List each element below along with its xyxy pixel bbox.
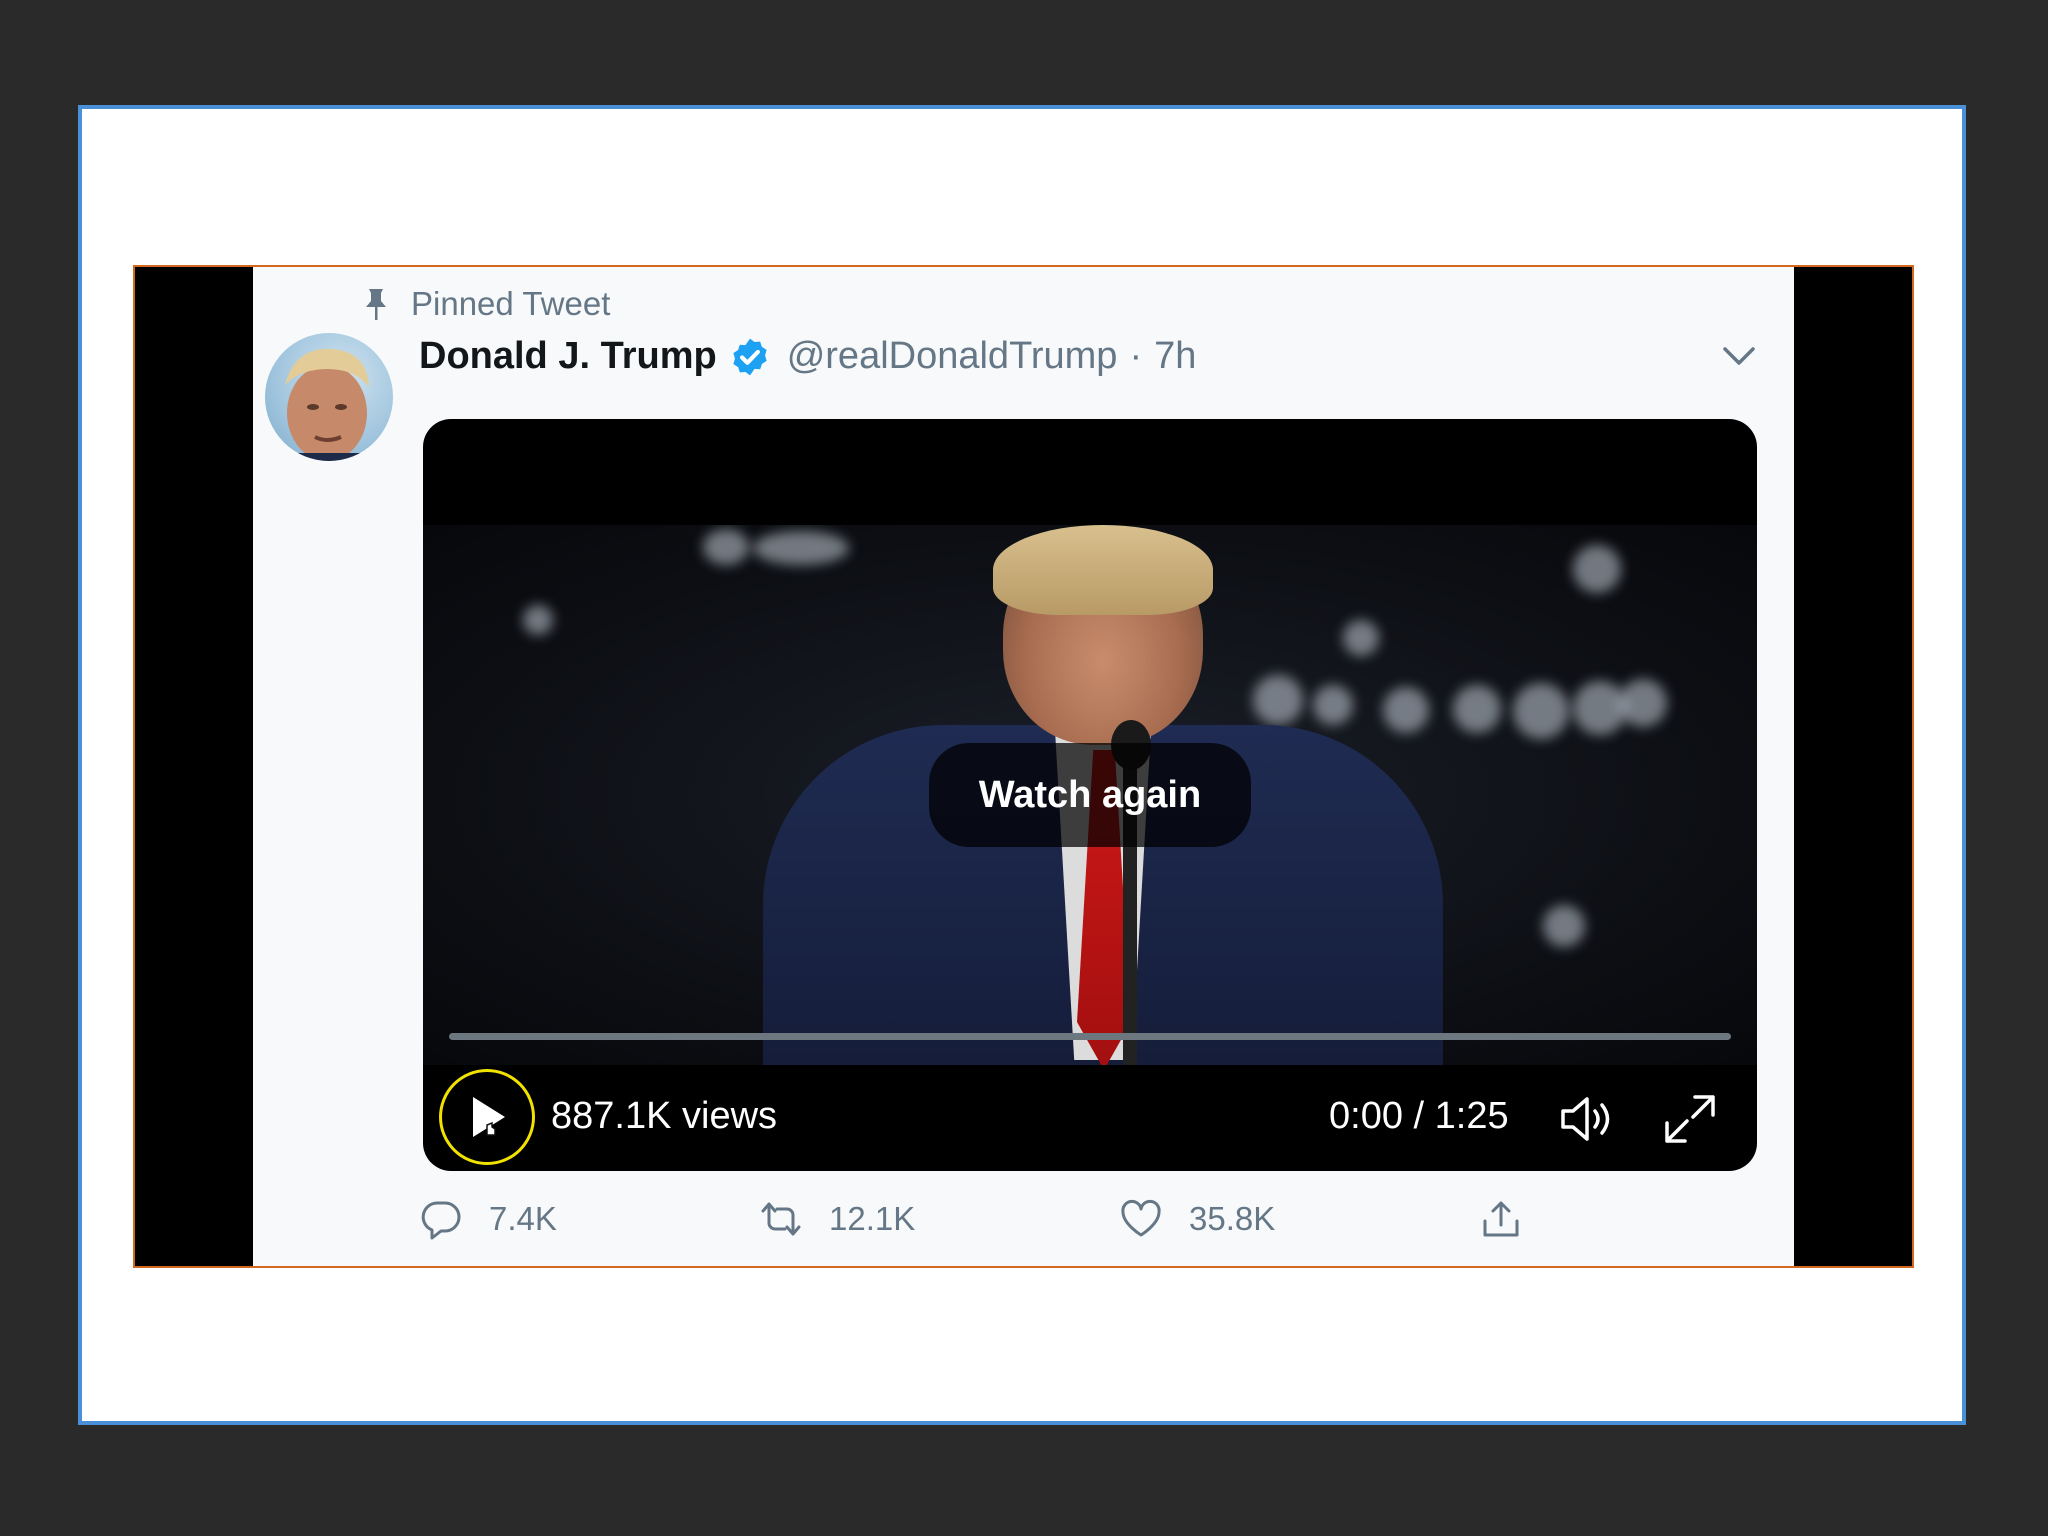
retweet-count: 12.1K <box>829 1200 916 1237</box>
fullscreen-icon[interactable] <box>1661 1091 1719 1147</box>
tweet-card[interactable]: Pinned Tweet Donald J. Trump @realDonald… <box>253 267 1794 1266</box>
video-player[interactable]: Watch again 887.1K views 0:00 / 1:25 <box>423 419 1757 1171</box>
share-action[interactable] <box>1479 1197 1523 1241</box>
retweet-icon <box>761 1202 801 1236</box>
reply-count: 7.4K <box>489 1200 557 1237</box>
video-controls: 887.1K views 0:00 / 1:25 <box>423 1069 1757 1169</box>
volume-icon[interactable] <box>1557 1091 1619 1147</box>
separator: · <box>1129 335 1143 377</box>
avatar-photo <box>285 348 375 461</box>
play-icon <box>473 1097 505 1137</box>
verified-icon <box>733 338 767 375</box>
tweet-time[interactable]: 7h <box>1154 335 1196 378</box>
retweet-action[interactable]: 12.1K <box>759 1197 915 1241</box>
timecode: 0:00 / 1:25 <box>1329 1095 1509 1137</box>
reply-action[interactable]: 7.4K <box>419 1197 557 1241</box>
reply-icon <box>421 1201 461 1240</box>
share-icon <box>1483 1201 1519 1237</box>
chevron-down-icon[interactable] <box>1720 341 1758 371</box>
display-name[interactable]: Donald J. Trump <box>419 335 717 378</box>
pin-icon <box>366 289 386 320</box>
tweet-header: Donald J. Trump @realDonaldTrump · 7h <box>419 335 1196 378</box>
handle[interactable]: @realDonaldTrump <box>787 335 1118 378</box>
watch-again-button[interactable]: Watch again <box>929 743 1251 847</box>
like-count: 35.8K <box>1189 1200 1276 1237</box>
screenshot-stage: Pinned Tweet Donald J. Trump @realDonald… <box>133 265 1914 1268</box>
heart-icon <box>1121 1199 1161 1237</box>
like-action[interactable]: 35.8K <box>1119 1197 1275 1241</box>
progress-bar[interactable] <box>449 1033 1731 1040</box>
play-button[interactable] <box>439 1069 535 1165</box>
pinned-label: Pinned Tweet <box>411 285 611 322</box>
tweet-actions: 7.4K 12.1K 35.8K <box>419 1197 1619 1257</box>
pinned-indicator: Pinned Tweet <box>363 285 610 323</box>
avatar[interactable] <box>265 333 393 461</box>
view-count: 887.1K views <box>551 1095 778 1137</box>
